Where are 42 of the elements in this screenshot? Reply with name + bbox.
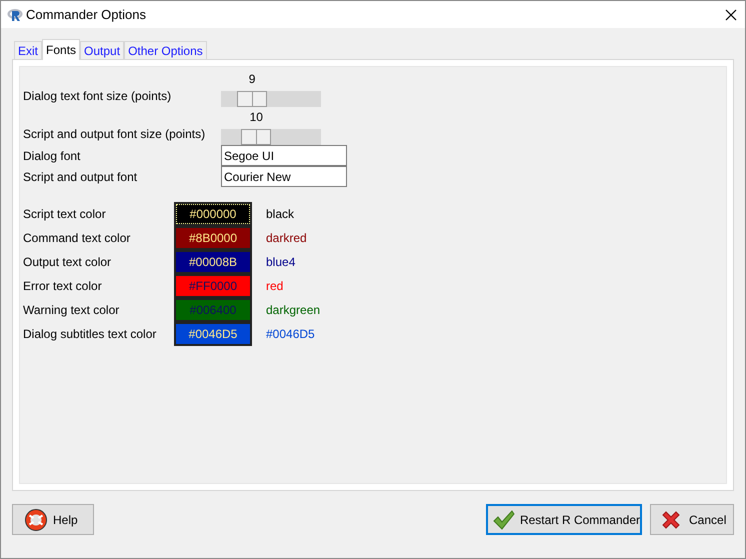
slider-thumb[interactable] xyxy=(241,129,272,145)
checkmark-icon xyxy=(493,510,515,530)
r-logo-icon xyxy=(7,8,23,22)
field-label: Dialog font xyxy=(23,148,82,164)
color-name: blue4 xyxy=(266,254,296,271)
tab[interactable]: Exit xyxy=(14,41,42,59)
help-button[interactable]: Help xyxy=(12,504,94,535)
tab[interactable]: Output xyxy=(80,41,124,59)
color-label: Script text color xyxy=(23,206,107,223)
color-name: darkred xyxy=(266,230,307,247)
color-swatch-button[interactable]: #8B0000 xyxy=(174,226,252,250)
color-label: Warning text color xyxy=(23,302,120,319)
slider-label: Script and output font size (points) xyxy=(23,126,206,143)
tab[interactable]: Other Options xyxy=(124,41,207,59)
color-label: Dialog subtitles text color xyxy=(23,326,158,343)
color-name: #0046D5 xyxy=(266,326,315,343)
slider-value: 9 xyxy=(248,71,256,88)
color-label: Command text color xyxy=(23,230,132,247)
close-icon xyxy=(661,510,681,530)
color-label: Output text color xyxy=(23,254,112,271)
tab[interactable]: Fonts xyxy=(42,39,80,60)
slider-track[interactable] xyxy=(221,91,321,107)
cancel-button[interactable]: Cancel xyxy=(650,504,734,535)
slider-label: Dialog text font size (points) xyxy=(23,88,172,105)
color-label: Error text color xyxy=(23,278,103,295)
color-name: black xyxy=(266,206,294,223)
lifebuoy-icon xyxy=(25,508,47,530)
slider-track[interactable] xyxy=(221,129,321,145)
field-label: Script and output font xyxy=(23,168,138,186)
restart-button[interactable]: Restart R Commander xyxy=(486,504,642,535)
input-field[interactable]: Courier New xyxy=(221,166,347,187)
slider-value: 10 xyxy=(250,109,263,126)
color-swatch-button[interactable]: #00008B xyxy=(174,250,252,274)
color-swatch-button[interactable]: #FF0000 xyxy=(174,274,252,298)
color-swatch-button[interactable]: #000000 xyxy=(174,202,252,226)
close-icon[interactable] xyxy=(725,8,737,20)
color-name: red xyxy=(266,278,284,295)
input-field[interactable]: Segoe UI xyxy=(221,145,347,166)
color-name: darkgreen xyxy=(266,302,320,319)
color-swatch-button[interactable]: #0046D5 xyxy=(174,322,252,346)
slider-thumb[interactable] xyxy=(237,91,268,107)
window-title: Commander Options xyxy=(26,6,146,24)
